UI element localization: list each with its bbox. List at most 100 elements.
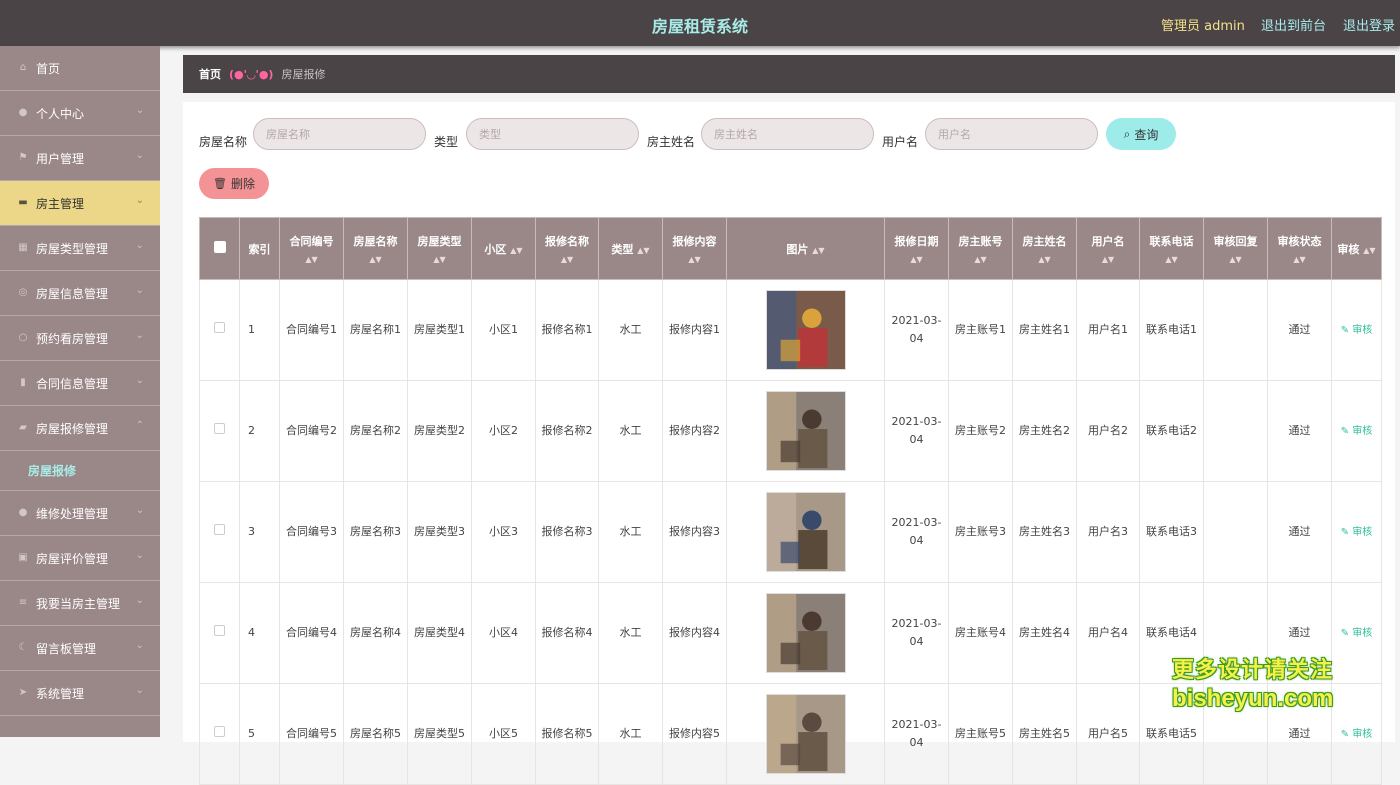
sidebar-item-contracts[interactable]: ▮ 合同信息管理 ⌄ bbox=[0, 361, 160, 406]
sort-icon[interactable]: ▲▼ bbox=[951, 255, 1010, 264]
admin-label: 管理员 admin bbox=[1161, 19, 1245, 34]
row-select-cell[interactable] bbox=[199, 683, 240, 785]
sort-icon[interactable]: ▲▼ bbox=[1015, 255, 1074, 264]
cell-type: 水工 bbox=[598, 279, 663, 381]
review-button[interactable]: ✎ 审核 bbox=[1341, 527, 1373, 538]
col-type[interactable]: 类型 ▲▼ bbox=[598, 217, 663, 280]
sort-icon[interactable]: ▲▼ bbox=[887, 255, 946, 264]
col-user[interactable]: 用户名 ▲▼ bbox=[1076, 217, 1140, 280]
sidebar-item-house-info[interactable]: ◎ 房屋信息管理 ⌄ bbox=[0, 271, 160, 316]
cell-content: 报修内容5 bbox=[662, 683, 727, 785]
repair-photo[interactable] bbox=[765, 694, 846, 774]
cell-type: 水工 bbox=[598, 380, 663, 482]
username-input[interactable]: 用户名 bbox=[925, 118, 1098, 150]
top-bar: 房屋租赁系统 管理员 admin 退出到前台 退出登录 bbox=[0, 0, 1400, 46]
repair-photo[interactable] bbox=[765, 492, 846, 572]
sort-icon[interactable]: ▲▼ bbox=[282, 255, 341, 264]
sidebar-subitem-repair[interactable]: 房屋报修 bbox=[0, 451, 160, 491]
sort-icon[interactable]: ▲▼ bbox=[1270, 255, 1329, 264]
select-all-checkbox[interactable] bbox=[213, 241, 226, 253]
sidebar-item-reviews[interactable]: ▣ 房屋评价管理 ⌄ bbox=[0, 536, 160, 581]
sort-icon[interactable]: ▲▼ bbox=[1363, 246, 1375, 255]
col-house-type[interactable]: 房屋类型 ▲▼ bbox=[407, 217, 472, 280]
watermark: 更多设计请关注 bisheyun.com bbox=[1172, 657, 1333, 713]
cell-htype: 房屋类型3 bbox=[407, 481, 472, 583]
row-select-cell[interactable] bbox=[199, 380, 240, 482]
owner-name-input[interactable]: 房主姓名 bbox=[701, 118, 874, 150]
sidebar-item-maintenance[interactable]: ● 维修处理管理 ⌄ bbox=[0, 491, 160, 536]
sort-icon[interactable]: ▲▼ bbox=[1206, 255, 1265, 264]
sidebar-item-personal[interactable]: ● 个人中心 ⌄ bbox=[0, 91, 160, 136]
col-image[interactable]: 图片 ▲▼ bbox=[726, 217, 885, 280]
breadcrumb-home[interactable]: 首页 bbox=[199, 66, 221, 82]
cell-type: 水工 bbox=[598, 683, 663, 785]
row-select-cell[interactable] bbox=[199, 481, 240, 583]
sort-icon[interactable]: ▲▼ bbox=[812, 246, 824, 255]
cell-owner: 房主姓名5 bbox=[1012, 683, 1077, 785]
repair-photo[interactable] bbox=[765, 593, 846, 673]
house-name-input[interactable]: 房屋名称 bbox=[253, 118, 426, 150]
sort-icon[interactable]: ▲▼ bbox=[665, 255, 724, 264]
col-community[interactable]: 小区 ▲▼ bbox=[471, 217, 536, 280]
sort-icon[interactable]: ▲▼ bbox=[1079, 255, 1137, 264]
sidebar-item-viewing[interactable]: ○ 预约看房管理 ⌄ bbox=[0, 316, 160, 361]
col-owner[interactable]: 房主姓名 ▲▼ bbox=[1012, 217, 1077, 280]
col-repair-name[interactable]: 报修名称 ▲▼ bbox=[535, 217, 599, 280]
col-reply[interactable]: 审核回复 ▲▼ bbox=[1203, 217, 1268, 280]
repair-photo[interactable] bbox=[765, 391, 846, 471]
col-account[interactable]: 房主账号 ▲▼ bbox=[948, 217, 1013, 280]
row-select-cell[interactable] bbox=[199, 582, 240, 684]
sort-icon[interactable]: ▲▼ bbox=[1142, 255, 1201, 264]
row-select-cell[interactable] bbox=[199, 279, 240, 381]
sidebar-item-system[interactable]: ➤ 系统管理 ⌄ bbox=[0, 671, 160, 716]
sort-icon[interactable]: ▲▼ bbox=[346, 255, 405, 264]
cell-content: 报修内容1 bbox=[662, 279, 727, 381]
col-label: 房主姓名 bbox=[1022, 235, 1067, 248]
type-input[interactable]: 类型 bbox=[466, 118, 639, 150]
review-button[interactable]: ✎ 审核 bbox=[1341, 325, 1373, 336]
sidebar-item-home[interactable]: ⌂ 首页 bbox=[0, 46, 160, 91]
row-checkbox[interactable] bbox=[214, 726, 225, 737]
sidebar-item-house-types[interactable]: ▦ 房屋类型管理 ⌄ bbox=[0, 226, 160, 271]
sidebar-item-repairs[interactable]: ▰ 房屋报修管理 ⌃ bbox=[0, 406, 160, 451]
sort-icon[interactable]: ▲▼ bbox=[410, 255, 469, 264]
edit-icon: ✎ bbox=[1340, 324, 1353, 336]
col-contract[interactable]: 合同编号 ▲▼ bbox=[279, 217, 344, 280]
col-house-name[interactable]: 房屋名称 ▲▼ bbox=[343, 217, 408, 280]
sidebar-item-messages[interactable]: ☾ 留言板管理 ⌄ bbox=[0, 626, 160, 671]
chart-icon: ▮ bbox=[20, 377, 26, 388]
sort-icon[interactable]: ▲▼ bbox=[637, 246, 649, 255]
cell-name: 房屋名称3 bbox=[343, 481, 408, 583]
col-label: 类型 bbox=[611, 242, 634, 256]
sort-icon[interactable]: ▲▼ bbox=[538, 255, 596, 264]
sidebar-item-become-owner[interactable]: ≡ 我要当房主管理 ⌄ bbox=[0, 581, 160, 626]
repair-photo[interactable] bbox=[765, 290, 846, 370]
col-action[interactable]: 审核 ▲▼ bbox=[1331, 217, 1382, 280]
col-date[interactable]: 报修日期 ▲▼ bbox=[884, 217, 949, 280]
review-button[interactable]: ✎ 审核 bbox=[1341, 628, 1373, 639]
logout-link[interactable]: 退出登录 bbox=[1343, 15, 1395, 34]
cell-name: 房屋名称5 bbox=[343, 683, 408, 785]
row-checkbox[interactable] bbox=[214, 625, 225, 636]
row-checkbox[interactable] bbox=[214, 423, 225, 434]
select-all-cell[interactable] bbox=[199, 217, 240, 280]
col-label: 报修内容 bbox=[672, 235, 717, 248]
sort-icon[interactable]: ▲▼ bbox=[510, 246, 522, 255]
review-button[interactable]: ✎ 审核 bbox=[1341, 729, 1373, 740]
cell-index: 2 bbox=[239, 380, 280, 482]
review-button[interactable]: ✎ 审核 bbox=[1341, 426, 1373, 437]
sidebar-item-owners[interactable]: ▬ 房主管理 ⌄ bbox=[0, 181, 160, 226]
col-status[interactable]: 审核状态 ▲▼ bbox=[1267, 217, 1332, 280]
row-checkbox[interactable] bbox=[214, 524, 225, 535]
row-checkbox[interactable] bbox=[214, 322, 225, 333]
cell-account: 房主账号4 bbox=[948, 582, 1013, 684]
col-phone[interactable]: 联系电话 ▲▼ bbox=[1139, 217, 1204, 280]
col-content[interactable]: 报修内容 ▲▼ bbox=[662, 217, 727, 280]
query-button[interactable]: ⌕ 查询 bbox=[1106, 118, 1176, 150]
delete-button[interactable]: 🗑 删除 bbox=[199, 168, 269, 199]
cell-repair: 报修名称2 bbox=[535, 380, 599, 482]
col-label: 合同编号 bbox=[289, 235, 334, 248]
search-icon: ⌕ bbox=[1123, 126, 1131, 141]
exit-to-front-link[interactable]: 退出到前台 bbox=[1261, 15, 1326, 34]
sidebar-item-users[interactable]: ⚑ 用户管理 ⌄ bbox=[0, 136, 160, 181]
